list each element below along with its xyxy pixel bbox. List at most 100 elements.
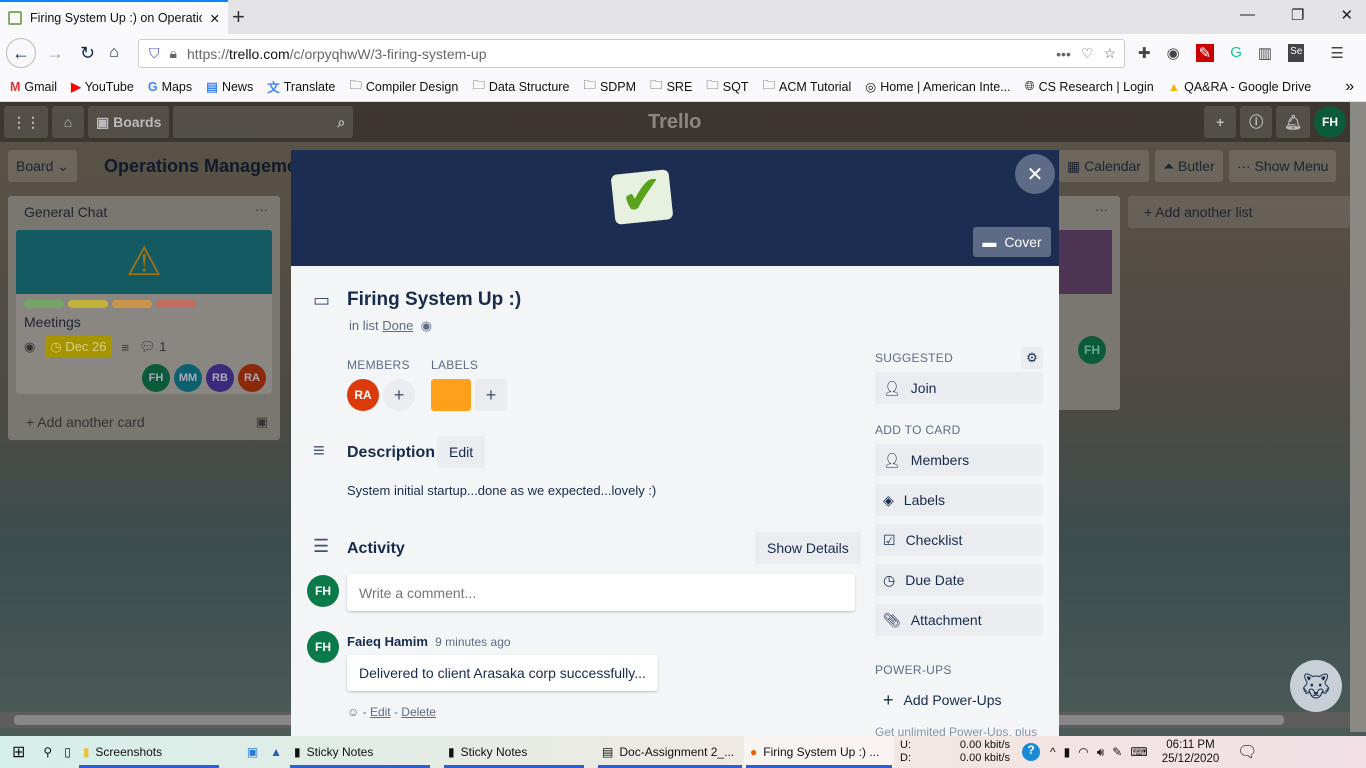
create-icon[interactable]: + <box>1204 106 1237 138</box>
bookmark-cs-research[interactable]: 🌐︎ CS Research | Login <box>1025 79 1154 94</box>
board-title[interactable]: Operations Manageme <box>104 156 297 177</box>
taskbar-doc-assignment[interactable]: ▤ Doc-Assignment 2_... <box>596 736 744 768</box>
show-details-button[interactable]: Show Details <box>755 532 861 564</box>
apps-icon[interactable]: ⋮⋮ <box>4 106 48 138</box>
notifications-icon[interactable]: 🗨︎ <box>1237 742 1257 762</box>
restore-icon[interactable]: ❐ <box>1291 6 1304 24</box>
attachment-button[interactable]: 📎︎ Attachment <box>875 604 1043 636</box>
bookmark-american-inte[interactable]: ◎ Home | American Inte... <box>865 79 1010 95</box>
close-modal-button[interactable]: ✕ <box>1015 154 1055 194</box>
url-bar[interactable]: ⛉ 🔒︎ https://trello.com/c/orpyqhwW/3-fir… <box>138 39 1125 68</box>
card-label[interactable] <box>24 300 64 308</box>
calendar-button[interactable]: ▦ Calendar <box>1059 150 1149 182</box>
taskbar-sticky-notes-1[interactable]: ▮ Sticky Notes <box>288 736 432 768</box>
edit-comment-link[interactable]: Edit <box>370 705 391 719</box>
suggested-settings-icon[interactable]: ⚙ <box>1021 347 1043 369</box>
ext-red-icon[interactable]: ✎ <box>1195 44 1215 62</box>
search-icon[interactable]: ⚲ <box>37 736 58 768</box>
delete-comment-link[interactable]: Delete <box>401 705 436 719</box>
account-icon[interactable]: ◉ <box>1167 44 1180 62</box>
due-date-button[interactable]: ◷ Due Date <box>875 564 1043 596</box>
edit-description-button[interactable]: Edit <box>437 436 486 468</box>
add-card-button[interactable]: + Add another card <box>26 414 145 430</box>
description-text[interactable]: System initial startup...done as we expe… <box>347 483 656 498</box>
new-tab-button[interactable]: + <box>232 4 245 30</box>
board-view-button[interactable]: Board ⌄ <box>8 150 77 182</box>
list-link[interactable]: Done <box>382 318 413 333</box>
add-list-button[interactable]: + Add another list <box>1128 196 1350 228</box>
vertical-scrollbar[interactable] <box>1350 102 1366 732</box>
grammarly-icon[interactable]: G <box>1230 44 1242 62</box>
back-icon[interactable]: ← <box>6 38 36 68</box>
add-label-button[interactable]: + <box>475 379 507 411</box>
clock[interactable]: 06:11 PM 25/12/2020 <box>1162 738 1220 766</box>
taskbar-sticky-notes-2[interactable]: ▮ Sticky Notes <box>442 736 586 768</box>
bookmark-sqt[interactable]: 🗀︎ SQT <box>706 76 748 97</box>
close-tab-icon[interactable]: ✕ <box>210 11 220 26</box>
task-view-icon[interactable]: ▯ <box>58 736 77 768</box>
card-template-icon[interactable]: ▣ <box>256 414 268 430</box>
add-member-button[interactable]: + <box>383 379 415 411</box>
card-label[interactable] <box>156 300 196 308</box>
extensions-icon[interactable]: ✚ <box>1138 44 1151 62</box>
watch-icon[interactable]: ◉ <box>421 318 432 333</box>
list-title[interactable]: General Chat <box>24 204 107 220</box>
bookmark-acm-tutorial[interactable]: 🗀︎ ACM Tutorial <box>763 76 852 97</box>
card-meetings[interactable]: ⚠ Meetings ◉ ◷ Dec 26 ≡ 💬︎ 1 FH MM RB RA <box>16 230 272 394</box>
bookmark-sdpm[interactable]: 🗀︎ SDPM <box>583 76 636 97</box>
boards-button[interactable]: ▣ Boards <box>88 106 170 138</box>
show-menu-button[interactable]: ··· Show Menu <box>1228 150 1337 182</box>
comment-time[interactable]: 9 minutes ago <box>435 635 510 649</box>
reload-icon[interactable]: ↻ <box>80 43 95 64</box>
taskbar-app-icon[interactable]: ▣ <box>241 736 264 768</box>
taskbar-firefox[interactable]: ● Firing System Up :) ... <box>744 736 895 768</box>
ext-bars-icon[interactable]: ▥ <box>1258 44 1272 62</box>
bookmark-youtube[interactable]: ▶ YouTube <box>71 79 134 95</box>
bookmark-star-icon[interactable]: ☆ <box>1103 45 1116 62</box>
menu-icon[interactable]: ☰ <box>1330 44 1343 62</box>
more-icon[interactable]: ••• <box>1056 46 1071 62</box>
browser-tab[interactable]: Firing System Up :) on Operatio ✕ <box>0 0 228 34</box>
close-window-icon[interactable]: ✕ <box>1340 6 1353 24</box>
bookmark-compiler-design[interactable]: 🗀︎ Compiler Design <box>349 76 458 97</box>
bookmark-data-structure[interactable]: 🗀︎ Data Structure <box>472 76 569 97</box>
info-icon[interactable]: ⓘ <box>1240 106 1273 138</box>
bookmark-gmail[interactable]: M Gmail <box>10 80 57 94</box>
notifications-icon[interactable]: 🔔︎ <box>1276 106 1310 138</box>
reaction-icon[interactable]: ☺ <box>347 705 359 719</box>
bookmark-news[interactable]: ▤ News <box>206 79 253 95</box>
card-label[interactable] <box>431 379 471 411</box>
home-icon[interactable]: ⌂ <box>52 106 84 138</box>
join-button[interactable]: 👤︎ Join <box>875 372 1043 404</box>
bookmark-translate[interactable]: 文 Translate <box>267 77 335 96</box>
pocket-icon[interactable]: ♡ <box>1081 45 1094 62</box>
checklist-button[interactable]: ☑ Checklist <box>875 524 1043 556</box>
user-avatar[interactable]: FH <box>1314 106 1346 138</box>
cover-button[interactable]: ▬ Cover <box>973 227 1051 257</box>
members-button[interactable]: 👤︎ Members <box>875 444 1043 476</box>
taskbar-app-icon-2[interactable]: ▲ <box>264 736 288 768</box>
list-menu-icon[interactable]: ··· <box>255 202 268 217</box>
card-title[interactable]: Firing System Up :) <box>347 289 521 311</box>
add-power-ups-button[interactable]: + Add Power-Ups <box>875 684 1043 716</box>
comment-input[interactable] <box>347 574 855 611</box>
assistant-avatar-icon[interactable]: 🐺︎ <box>1290 660 1342 712</box>
member-avatar[interactable]: RA <box>347 379 379 411</box>
help-icon[interactable]: ? <box>1022 743 1041 761</box>
start-icon[interactable]: ⊞ <box>0 736 37 768</box>
minimize-icon[interactable]: — <box>1240 6 1255 24</box>
labels-button[interactable]: ◈ Labels <box>875 484 1043 516</box>
home-icon[interactable]: ⌂ <box>109 44 119 62</box>
bookmark-maps[interactable]: G Maps <box>148 80 192 94</box>
selenium-icon[interactable]: Se <box>1288 44 1305 62</box>
bookmark-qa-ra-drive[interactable]: ▲ QA&RA - Google Drive <box>1168 80 1312 94</box>
more-bookmarks-icon[interactable]: » <box>1345 78 1354 96</box>
list-menu-icon[interactable]: ··· <box>1095 202 1108 217</box>
butler-button[interactable]: ⏶ Butler <box>1154 150 1223 182</box>
comment-author[interactable]: Faieq Hamim <box>347 634 428 649</box>
card-label[interactable] <box>68 300 108 308</box>
bookmark-sre[interactable]: 🗀︎ SRE <box>650 76 692 97</box>
card-label[interactable] <box>112 300 152 308</box>
tray-icons[interactable]: ^▮◠🔊︎✎⌨ <box>1050 745 1156 760</box>
forward-icon[interactable]: → <box>46 43 64 64</box>
